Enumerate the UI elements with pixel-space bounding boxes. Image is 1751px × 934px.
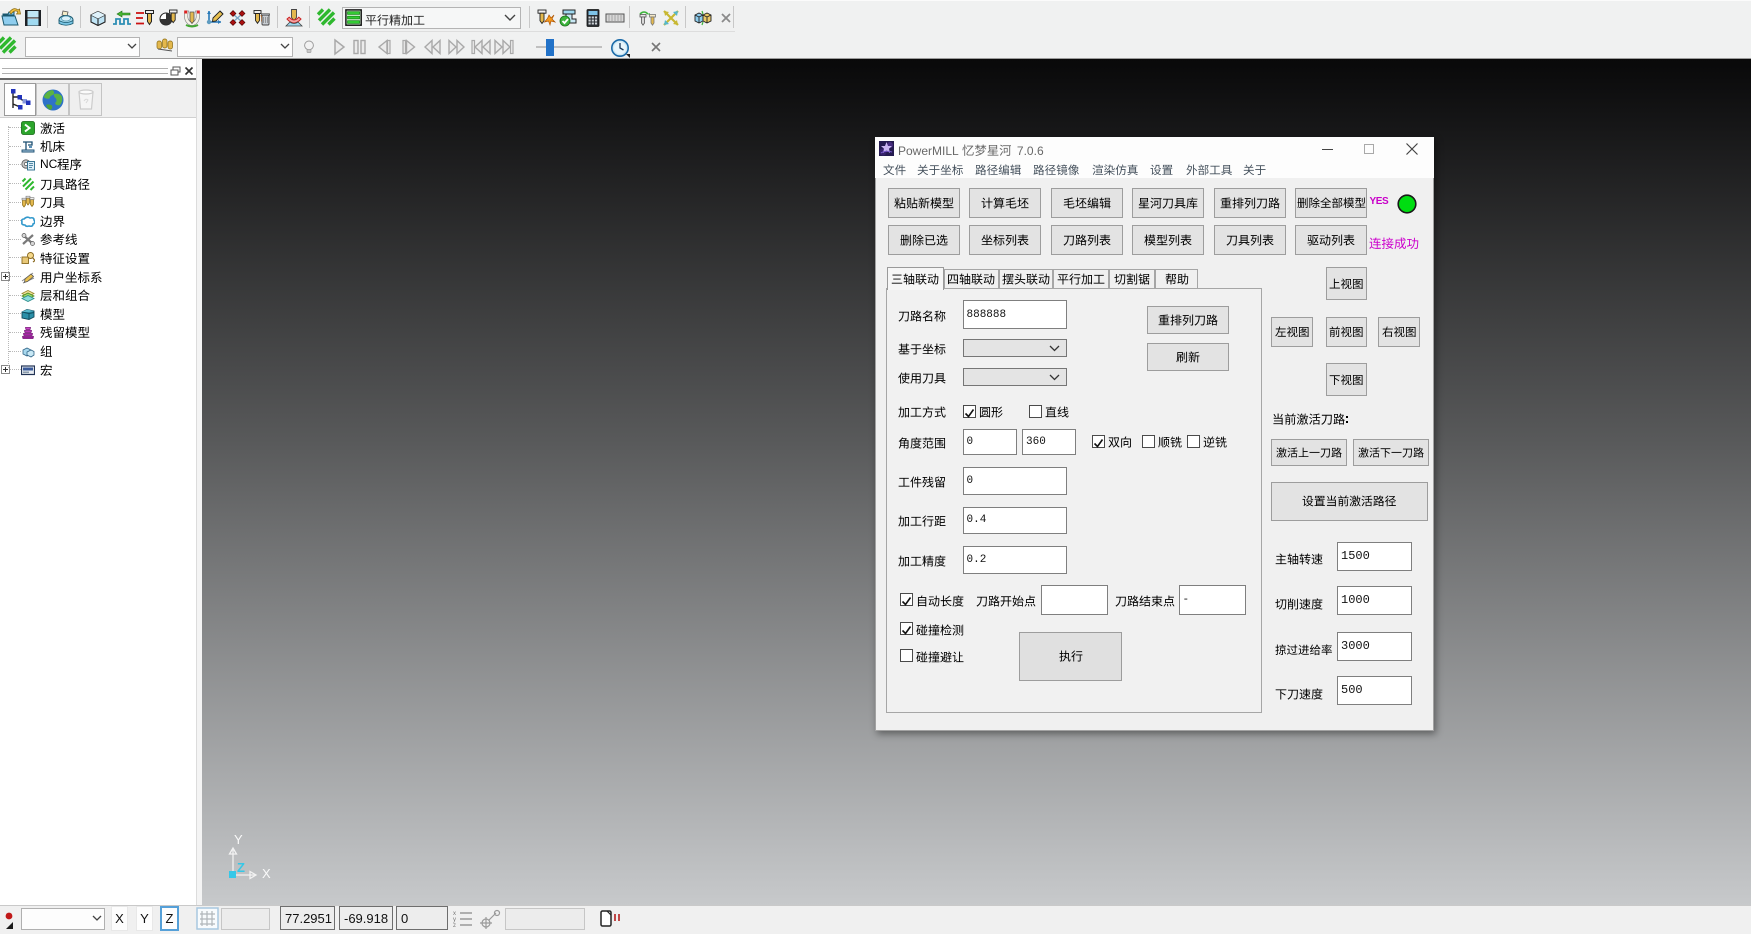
- svg-text:Y: Y: [234, 832, 243, 847]
- svg-text:z: z: [453, 923, 456, 929]
- svg-text:X: X: [262, 866, 271, 881]
- svg-text:Z: Z: [237, 860, 245, 875]
